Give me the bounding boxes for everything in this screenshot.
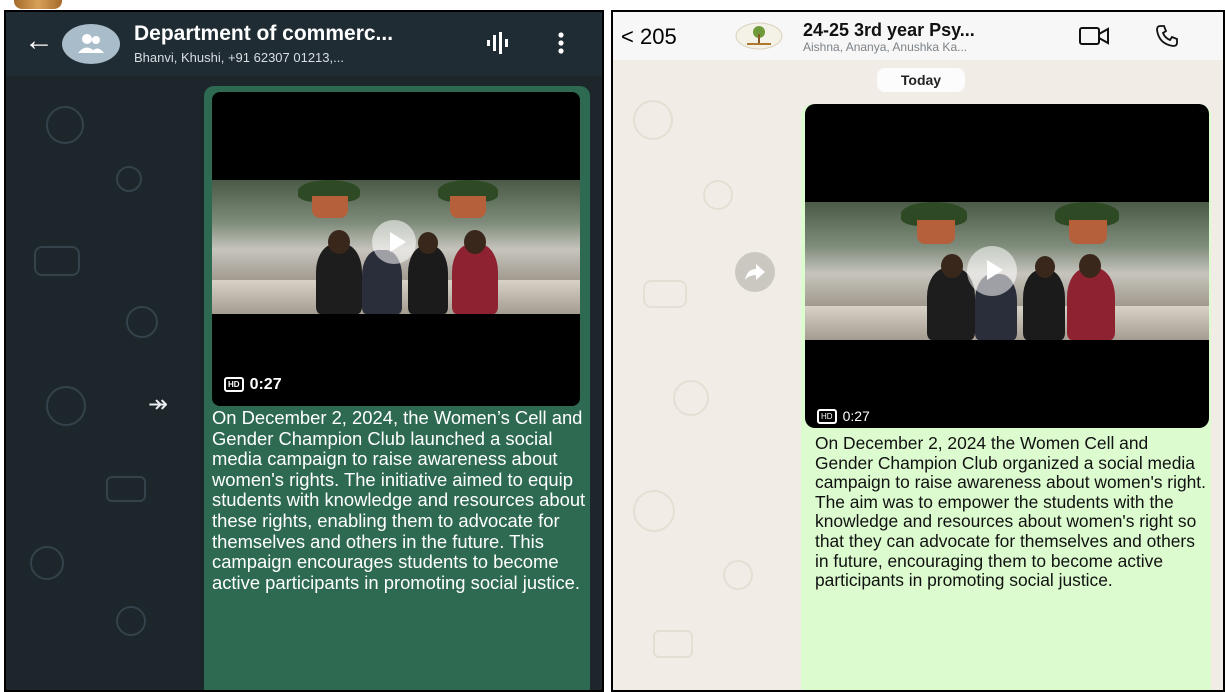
chat-header: < 205 24-25 3rd year Psy... Aishna, Anan… (613, 12, 1223, 60)
message-caption: On December 2, 2024 the Women Cell and G… (815, 433, 1206, 591)
video-frame (212, 180, 580, 314)
group-icon (78, 34, 104, 53)
message-caption: On December 2, 2024, the Women’s Cell an… (212, 407, 586, 593)
wallpaper-doodle (723, 560, 753, 590)
wallpaper-doodle (633, 490, 675, 532)
video-thumbnail[interactable]: HD 0:27 (212, 92, 580, 406)
video-call-icon[interactable] (1079, 26, 1109, 46)
group-members[interactable]: Bhanvi, Khushi, +91 62307 01213,... (134, 50, 344, 65)
chevron-left-icon: < (621, 24, 634, 49)
group-avatar[interactable] (62, 24, 120, 64)
wallpaper-doodle (643, 280, 687, 308)
android-chat-screenshot: ← Department of commerc... Bhanvi, Khush… (4, 10, 604, 692)
wallpaper-doodle (30, 546, 64, 580)
flower-pot (1069, 220, 1107, 244)
person-head (1035, 256, 1055, 278)
wallpaper-doodle (106, 476, 146, 502)
video-frame (805, 202, 1209, 340)
wallpaper-doodle (126, 306, 158, 338)
wallpaper-doodle (46, 106, 84, 144)
group-name[interactable]: Department of commerc... (134, 22, 393, 46)
wallpaper-doodle (46, 386, 86, 426)
video-duration: HD 0:27 (224, 376, 282, 394)
person-head (941, 254, 963, 278)
voice-call-icon[interactable] (1155, 24, 1179, 48)
back-button[interactable]: < 205 (621, 24, 677, 50)
duration-text: 0:27 (249, 376, 282, 393)
person (452, 244, 498, 314)
wallpaper-doodle (633, 100, 673, 140)
wallpaper-doodle (116, 606, 146, 636)
group-name[interactable]: 24-25 3rd year Psy... (803, 20, 975, 41)
unread-count: 205 (639, 24, 677, 49)
play-button-icon[interactable] (967, 246, 1017, 296)
forwarded-icon[interactable]: ↠ (148, 390, 168, 419)
hd-badge-icon: HD (224, 377, 244, 392)
wallpaper-doodle (673, 380, 709, 416)
wallpaper-doodle (703, 180, 733, 210)
group-members[interactable]: Aishna, Ananya, Anushka Ka... (803, 40, 967, 54)
person (1067, 268, 1115, 340)
person-head (328, 230, 350, 254)
person-head (1079, 254, 1101, 278)
back-arrow-icon[interactable]: ← (24, 26, 54, 56)
person (1023, 270, 1065, 340)
chat-header: ← Department of commerc... Bhanvi, Khush… (6, 12, 602, 76)
wallpaper-doodle (116, 166, 142, 192)
wallpaper-doodle (653, 630, 693, 658)
flower-pot (312, 196, 348, 218)
flower-pot (450, 196, 486, 218)
wallpaper-doodle (34, 246, 80, 276)
person-head (418, 232, 438, 254)
group-logo-icon[interactable] (735, 22, 783, 50)
date-divider: Today (877, 68, 965, 92)
video-duration: HD 0:27 (817, 408, 870, 424)
corner-logo-fragment (14, 0, 62, 9)
play-button-icon[interactable] (372, 220, 416, 264)
forward-arrow-icon (745, 264, 765, 280)
ios-chat-screenshot: < 205 24-25 3rd year Psy... Aishna, Anan… (611, 10, 1225, 692)
more-options-icon[interactable] (558, 32, 564, 54)
hd-badge-icon: HD (817, 409, 837, 424)
video-thumbnail[interactable]: HD 0:27 (805, 104, 1209, 428)
duration-text: 0:27 (842, 408, 870, 424)
flower-pot (917, 220, 955, 244)
person (408, 246, 448, 314)
voice-chat-icon[interactable] (486, 32, 510, 54)
person-head (464, 230, 486, 254)
forward-button[interactable] (735, 252, 775, 292)
person (316, 244, 362, 314)
